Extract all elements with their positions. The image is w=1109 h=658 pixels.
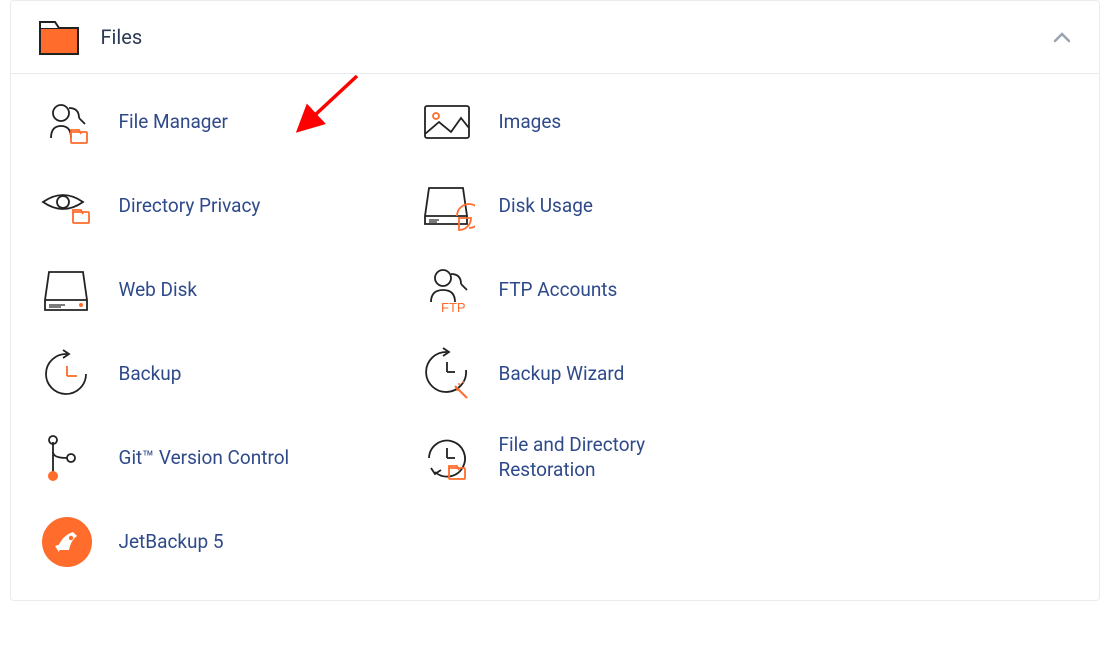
item-label: JetBackup 5: [119, 530, 224, 555]
directory-privacy-icon: [39, 178, 95, 234]
panel-body: File Manager Images: [11, 74, 1099, 600]
file-restore-icon: [419, 430, 475, 486]
item-label: FTP Accounts: [499, 278, 618, 303]
item-label: File and Directory Restoration: [499, 433, 699, 482]
item-git-version-control[interactable]: Git™ Version Control: [39, 430, 399, 486]
item-ftp-accounts[interactable]: FTP FTP Accounts: [419, 262, 1071, 318]
files-panel: Files: [10, 0, 1100, 601]
item-label: Directory Privacy: [119, 194, 261, 219]
images-icon: [419, 94, 475, 150]
item-jetbackup[interactable]: JetBackup 5: [39, 514, 399, 570]
item-label: Disk Usage: [499, 194, 593, 219]
item-label: Backup Wizard: [499, 362, 625, 387]
panel-title: Files: [101, 25, 143, 49]
folder-icon: [39, 19, 79, 55]
panel-header[interactable]: Files: [11, 1, 1099, 74]
item-disk-usage[interactable]: Disk Usage: [419, 178, 1071, 234]
item-label: Git™ Version Control: [119, 446, 290, 471]
item-label: Images: [499, 110, 562, 135]
item-directory-privacy[interactable]: Directory Privacy: [39, 178, 399, 234]
git-icon: [39, 430, 95, 486]
item-label: Web Disk: [119, 278, 198, 303]
item-images[interactable]: Images: [419, 94, 1071, 150]
item-label: File Manager: [119, 110, 228, 135]
svg-text:FTP: FTP: [441, 300, 466, 315]
backup-wizard-icon: [419, 346, 475, 402]
chevron-up-icon[interactable]: [1053, 31, 1071, 43]
jetbackup-icon: [39, 514, 95, 570]
file-manager-icon: [39, 94, 95, 150]
item-label: Backup: [119, 362, 182, 387]
item-backup-wizard[interactable]: Backup Wizard: [419, 346, 1071, 402]
item-file-manager[interactable]: File Manager: [39, 94, 399, 150]
item-backup[interactable]: Backup: [39, 346, 399, 402]
item-web-disk[interactable]: Web Disk: [39, 262, 399, 318]
web-disk-icon: [39, 262, 95, 318]
item-file-restoration[interactable]: File and Directory Restoration: [419, 430, 1071, 486]
ftp-accounts-icon: FTP: [419, 262, 475, 318]
disk-usage-icon: [419, 178, 475, 234]
backup-icon: [39, 346, 95, 402]
